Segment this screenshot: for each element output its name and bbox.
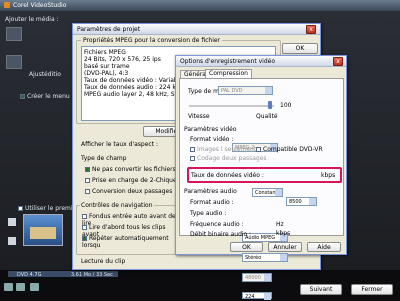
audio-type-label: Type audio : [190, 210, 227, 217]
video-format-label: Format vidéo : [190, 136, 234, 143]
menu-thumbnail[interactable] [23, 214, 63, 246]
app-title: Corel VideoStudio [13, 2, 67, 9]
close-icon[interactable]: x [306, 25, 316, 34]
two-pass-checkbox[interactable]: Conversion deux passages [85, 188, 172, 195]
field-type-label: Type de champ [81, 155, 127, 162]
project-dialog-title: Paramètres de projet [73, 24, 320, 35]
audio-freq-select[interactable]: 48000 [242, 273, 272, 282]
auto-repeat-label: Répéter automatiquement lorsqu [82, 235, 169, 249]
add-video-icon[interactable] [6, 27, 22, 41]
dual-pass-checkbox[interactable]: Codage deux passages [190, 155, 267, 162]
mpeg-group-title: Propriétés MPEG pour la conversion de fi… [81, 37, 223, 44]
thumbnail-island [30, 227, 56, 239]
audio-adjust-label: Ajustéditio [29, 71, 61, 78]
video-rate-mode-select[interactable]: Constant [252, 188, 283, 197]
options-dialog-title: Options d'enregistrement vidéo [176, 56, 346, 67]
disc-type: DVD 4.7G [17, 272, 42, 278]
iframe-label: Images I seulement [197, 146, 257, 153]
close-icon[interactable]: x [333, 57, 343, 66]
create-menu-label: Créer le menu [27, 93, 70, 100]
audio-group-title: Paramètres audio [184, 188, 237, 195]
app-logo-icon [4, 2, 10, 8]
video-rate-label: Taux de données vidéo : [191, 172, 264, 179]
check-icon [85, 189, 90, 194]
scroll-up-button[interactable] [8, 218, 16, 226]
audio-bitrate-unit: kbps [276, 230, 291, 237]
play-clip-label: Lecture du clip [81, 258, 126, 265]
check-icon [256, 147, 261, 152]
preview-icon[interactable] [30, 283, 39, 291]
no-convert-label: Ne pas convertir les fichiers MP [92, 166, 187, 173]
audio-freq-unit: Hz [276, 221, 284, 228]
create-menu-check-icon [20, 94, 25, 99]
quality-label: Qualité [256, 113, 278, 120]
options-ok-button[interactable]: OK [230, 242, 263, 252]
show-aspect-label: Afficher le taux d'aspect : [81, 141, 158, 148]
add-audio-icon[interactable] [6, 55, 22, 69]
compression-panel: Type de média : PAL DVD 100 Vitesse Qual… [179, 78, 344, 300]
quality-slider-thumb[interactable] [268, 101, 272, 109]
burn-icon[interactable] [16, 283, 25, 291]
audio-format-label: Format audio : [190, 199, 234, 206]
video-group-title: Paramètres vidéo [184, 126, 237, 133]
sharp-checkbox[interactable]: Prise en charge de 2-Chique [85, 177, 177, 184]
check-icon [82, 225, 87, 230]
check-icon [82, 214, 87, 219]
quality-slider-track[interactable] [189, 105, 274, 107]
media-type-select[interactable]: PAL DVD [218, 86, 273, 95]
check-icon [82, 236, 87, 241]
speed-label: Vitesse [188, 113, 210, 120]
create-menu-checkbox[interactable]: Créer le menu [20, 93, 70, 100]
disc-icon[interactable] [4, 283, 13, 291]
close-button[interactable]: Fermer [351, 284, 393, 295]
video-rate-value-input[interactable]: 8500 [286, 197, 317, 206]
use-premiere-checkbox[interactable]: Utiliser le premi [18, 205, 73, 212]
auto-repeat-checkbox[interactable]: Répéter automatiquement lorsqu [82, 235, 178, 249]
audio-type-select[interactable]: Stéréo [242, 253, 288, 262]
use-premiere-check-icon [18, 206, 23, 211]
video-save-options-dialog: Options d'enregistrement vidéo x Général… [175, 55, 347, 300]
speed-value: 100 [280, 102, 292, 109]
check-icon [85, 178, 90, 183]
navigation-group-title: Contrôles de navigation [80, 202, 154, 209]
app-title-bar: Corel VideoStudio [0, 0, 400, 11]
add-media-label: Ajouter le média : [5, 16, 59, 23]
project-ok-button[interactable]: OK [282, 43, 318, 54]
iframe-checkbox[interactable]: Images I seulement [190, 146, 256, 153]
video-rate-unit: kbps [321, 172, 336, 179]
check-icon [190, 147, 195, 152]
audio-bitrate-select[interactable]: 224 [242, 292, 272, 300]
dual-pass-label: Codage deux passages [197, 155, 267, 162]
options-help-button[interactable]: Aide [307, 242, 341, 252]
use-premiere-label: Utiliser le premi [25, 205, 73, 212]
options-cancel-button[interactable]: Annuler [268, 242, 302, 252]
dvd-vr-label: Compatible DVD-VR [263, 146, 323, 153]
audio-freq-label: Fréquence audio : [190, 221, 244, 228]
audio-bitrate-label: Débit binaire audio : [190, 231, 252, 238]
dvd-vr-checkbox[interactable]: Compatible DVD-VR [256, 146, 323, 153]
check-icon [190, 156, 195, 161]
storage-info: 3.61 Mo / 33 Sec [71, 272, 113, 278]
no-convert-checkbox[interactable]: Ne pas convertir les fichiers MP [85, 166, 186, 173]
check-icon [85, 167, 90, 172]
navigation-group: Contrôles de navigation Fondus entrée au… [76, 202, 179, 255]
sharp-label: Prise en charge de 2-Chique [92, 177, 177, 184]
two-pass-label: Conversion deux passages [92, 188, 173, 195]
scroll-down-button[interactable] [8, 237, 16, 245]
next-button[interactable]: Suivant [300, 284, 342, 295]
